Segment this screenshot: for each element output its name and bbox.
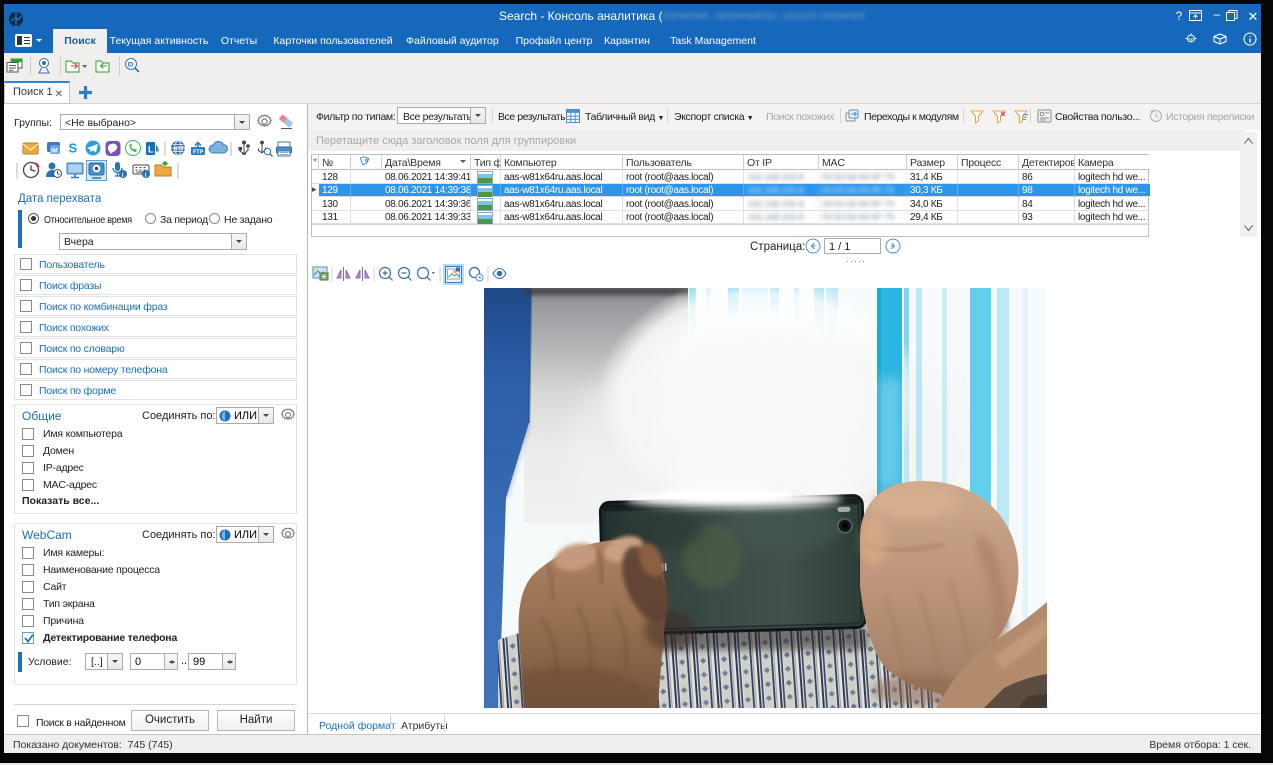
svg-text:HTTP: HTTP <box>174 147 189 153</box>
svg-text:FTP: FTP <box>193 150 204 156</box>
svg-text:S: S <box>69 141 78 156</box>
svg-text:API: API <box>1188 37 1194 42</box>
svg-text:ID: ID <box>128 63 135 69</box>
svg-text:i: i <box>122 172 124 179</box>
svg-text:i: i <box>145 172 147 179</box>
svg-text:L: L <box>148 145 154 155</box>
svg-text:IM: IM <box>51 149 58 155</box>
